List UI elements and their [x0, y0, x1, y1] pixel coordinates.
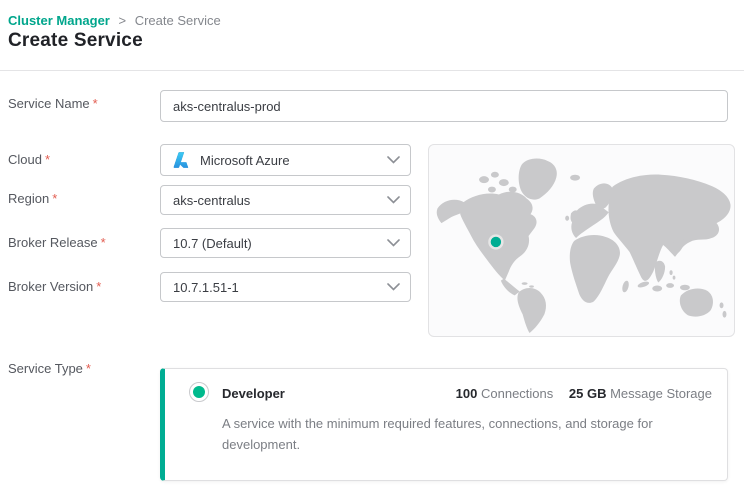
- service-type-card-developer[interactable]: Developer 100 Connections 25 GB Message …: [160, 368, 728, 481]
- broker-version-select-value: 10.7.1.51-1: [173, 280, 239, 295]
- create-service-page: Cluster Manager > Create Service Create …: [0, 0, 744, 488]
- cloud-select[interactable]: Microsoft Azure: [160, 144, 411, 176]
- service-name-label-text: Service Name: [8, 96, 90, 111]
- region-label: Region*: [8, 191, 57, 206]
- header-divider: [0, 70, 744, 71]
- breadcrumb: Cluster Manager > Create Service: [8, 13, 221, 28]
- connections-value: 100: [456, 386, 478, 401]
- chevron-down-icon: [387, 196, 400, 204]
- service-name-label: Service Name*: [8, 96, 98, 111]
- broker-release-select-value: 10.7 (Default): [173, 236, 252, 251]
- breadcrumb-separator: >: [119, 13, 127, 28]
- broker-release-label: Broker Release*: [8, 235, 106, 250]
- chevron-down-icon: [387, 239, 400, 247]
- breadcrumb-current: Create Service: [135, 13, 221, 28]
- service-type-label: Service Type*: [8, 361, 91, 376]
- broker-version-label: Broker Version*: [8, 279, 101, 294]
- storage-value: 25 GB: [569, 386, 607, 401]
- required-asterisk: *: [45, 152, 50, 167]
- broker-release-label-text: Broker Release: [8, 235, 98, 250]
- broker-version-select[interactable]: 10.7.1.51-1: [160, 272, 411, 302]
- service-type-name: Developer: [222, 386, 285, 401]
- required-asterisk: *: [86, 361, 91, 376]
- service-name-input[interactable]: [160, 90, 728, 122]
- service-type-label-text: Service Type: [8, 361, 83, 376]
- cloud-label-text: Cloud: [8, 152, 42, 167]
- required-asterisk: *: [96, 279, 101, 294]
- service-type-specs: 100 Connections 25 GB Message Storage: [456, 386, 712, 401]
- required-asterisk: *: [52, 191, 57, 206]
- region-select-value: aks-centralus: [173, 193, 250, 208]
- chevron-down-icon: [387, 156, 400, 164]
- selected-region-marker: [489, 236, 502, 249]
- region-label-text: Region: [8, 191, 49, 206]
- cloud-select-value: Microsoft Azure: [200, 153, 290, 168]
- world-map: [429, 145, 734, 336]
- region-select[interactable]: aks-centralus: [160, 185, 411, 215]
- broker-release-select[interactable]: 10.7 (Default): [160, 228, 411, 258]
- breadcrumb-link-cluster-manager[interactable]: Cluster Manager: [8, 13, 110, 28]
- azure-logo-icon: [173, 151, 191, 169]
- connections-label: Connections: [481, 386, 553, 401]
- page-title: Create Service: [8, 30, 143, 52]
- developer-radio[interactable]: [189, 382, 209, 402]
- service-type-description: A service with the minimum required feat…: [222, 413, 704, 455]
- radio-dot: [193, 386, 205, 398]
- storage-label: Message Storage: [610, 386, 712, 401]
- region-map-panel: [428, 144, 735, 337]
- cloud-label: Cloud*: [8, 152, 50, 167]
- required-asterisk: *: [101, 235, 106, 250]
- required-asterisk: *: [93, 96, 98, 111]
- chevron-down-icon: [387, 283, 400, 291]
- broker-version-label-text: Broker Version: [8, 279, 93, 294]
